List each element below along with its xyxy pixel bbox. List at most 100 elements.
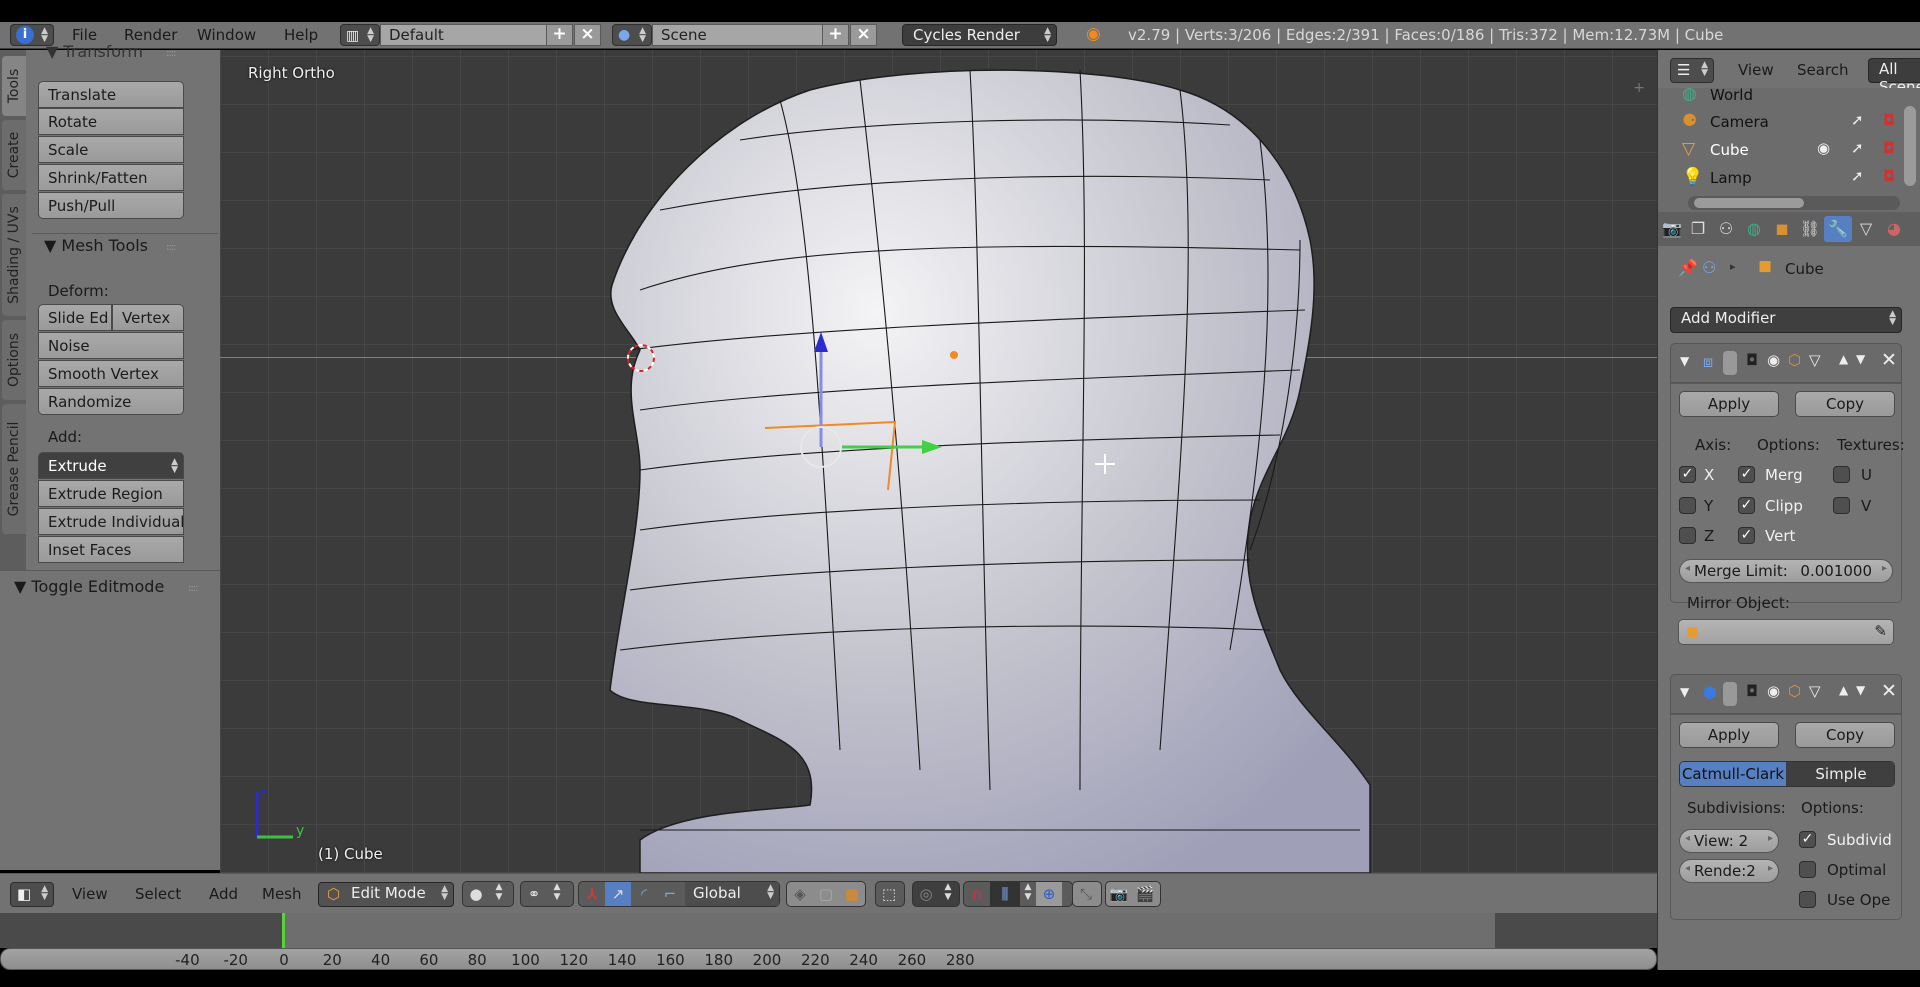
use-opensubdiv-checkbox[interactable] (1799, 891, 1816, 908)
outliner-row-cube[interactable]: ▽ Cube ◉ ➚ ◘ (1658, 137, 1920, 164)
clipping-checkbox[interactable]: ✓ (1738, 497, 1755, 514)
outliner-row-camera[interactable]: ⚈ Camera ➚ ◘ (1658, 109, 1920, 136)
increment-arrow-icon[interactable]: ▸ (1768, 863, 1773, 874)
object-tab-icon[interactable]: ◼ (1768, 216, 1796, 242)
smooth-vertex-button[interactable]: Smooth Vertex (38, 360, 184, 387)
noise-button[interactable]: Noise (38, 332, 184, 359)
shrink-fatten-button[interactable]: Shrink/Fatten (38, 164, 184, 191)
subsurf-modifier-header[interactable]: ▼ ⬢ ◘ ◉ ⬡ ▽ ▲ ▼ ✕ (1670, 674, 1902, 714)
tab-create[interactable]: Create (2, 120, 26, 190)
render-animation-icon[interactable]: 🎬 (1132, 882, 1158, 906)
decrement-arrow-icon[interactable]: ◂ (1685, 863, 1690, 874)
optimal-display-checkbox[interactable] (1799, 861, 1816, 878)
region-toggle-icon[interactable]: + (1633, 80, 1645, 96)
render-visibility-icon[interactable]: ◘ (1746, 351, 1758, 369)
subsurf-copy-button[interactable]: Copy (1795, 722, 1895, 748)
auto-merge-toggle[interactable]: ⤡ (1072, 881, 1102, 907)
catmull-clark-option[interactable]: Catmull-Clark (1680, 762, 1786, 786)
rotate-button[interactable]: Rotate (38, 108, 184, 135)
axis-x-checkbox[interactable]: ✓ (1679, 466, 1696, 483)
outliner-row-lamp[interactable]: 💡 Lamp ➚ ◘ (1658, 165, 1920, 192)
editor-type-button[interactable]: ☰ ▲ ▼ (1670, 58, 1714, 83)
render-visibility-icon[interactable]: ◘ (1746, 682, 1758, 700)
snap-magnet-icon[interactable]: ∩ (964, 882, 990, 906)
drag-grip-icon[interactable]: :::: (166, 242, 177, 253)
render-toggle-icon[interactable]: ◘ (1883, 167, 1895, 185)
render-levels-field[interactable]: ◂ Rende:2 ▸ (1679, 859, 1779, 883)
render-toggle-icon[interactable]: ◘ (1883, 139, 1895, 157)
drag-grip-icon[interactable]: :::: (188, 583, 199, 594)
mirror-object-field[interactable]: ◼ ✎ (1678, 619, 1894, 645)
face-select-icon[interactable]: ■ (839, 882, 865, 906)
extrude-individual-button[interactable]: Extrude Individual (38, 508, 184, 535)
snap-element-icon[interactable]: ⫼ (990, 882, 1020, 906)
scene-tab-icon[interactable]: ⚇ (1712, 216, 1740, 242)
subdivide-uvs-checkbox[interactable]: ✓ (1799, 831, 1816, 848)
tab-grease-pencil[interactable]: Grease Pencil (2, 404, 26, 534)
collapse-icon[interactable]: ▼ (1680, 354, 1689, 368)
scale-manipulator-icon[interactable]: ⌐ (657, 882, 683, 906)
outliner-menu-view[interactable]: View (1738, 61, 1774, 79)
view-levels-field[interactable]: ◂ View: 2 ▸ (1679, 829, 1779, 853)
editor-type-button[interactable]: ◧ ▲ ▼ (10, 882, 54, 907)
drag-grip-icon[interactable]: :::: (166, 48, 177, 59)
tab-tools[interactable]: Tools (2, 56, 26, 116)
editmode-visibility-icon[interactable]: ⬡ (1788, 682, 1801, 700)
move-down-icon[interactable]: ▼ (1856, 683, 1865, 697)
mesh-tools-panel-header[interactable]: ▼ Mesh Tools (44, 236, 148, 255)
orientation-select[interactable]: Global ▲ ▼ (685, 882, 779, 906)
remove-modifier-icon[interactable]: ✕ (1881, 680, 1897, 702)
menu-add[interactable]: Add (209, 885, 238, 903)
data-tab-icon[interactable]: ▽ (1852, 216, 1880, 242)
pin-icon[interactable]: 📌 (1678, 258, 1698, 277)
manipulator-toggle-icon[interactable]: ⅄ (579, 882, 605, 906)
menu-mesh[interactable]: Mesh (262, 885, 302, 903)
menu-window[interactable]: Window (197, 26, 256, 44)
slide-vertex-button[interactable]: Vertex (112, 304, 184, 331)
extrude-select[interactable]: Extrude ▲ ▼ (38, 452, 184, 479)
tab-shading-uvs[interactable]: Shading / UVs (2, 194, 26, 316)
pivot-point-select[interactable]: ⚭ ▲ ▼ (520, 881, 574, 907)
vertex-select-icon[interactable]: ◈ (787, 882, 813, 906)
add-modifier-select[interactable]: Add Modifier ▲ ▼ (1670, 307, 1902, 333)
editmode-visibility-icon[interactable]: ⬡ (1788, 351, 1801, 369)
delete-scene-button[interactable]: × (850, 24, 877, 46)
render-toggle-icon[interactable]: ◘ (1883, 111, 1895, 129)
move-up-icon[interactable]: ▲ (1839, 683, 1848, 697)
translate-button[interactable]: Translate (38, 81, 184, 108)
axis-y-checkbox[interactable] (1679, 497, 1696, 514)
current-frame-cursor[interactable] (282, 913, 285, 948)
tab-options[interactable]: Options (2, 320, 26, 400)
render-tab-icon[interactable]: 📷 (1658, 216, 1686, 242)
outliner-menu-search[interactable]: Search (1797, 61, 1849, 79)
world-tab-icon[interactable]: ◍ (1740, 216, 1768, 242)
delete-layout-button[interactable]: × (574, 24, 601, 46)
constraints-tab-icon[interactable]: ⛓ (1796, 216, 1824, 242)
add-scene-button[interactable]: + (822, 24, 849, 46)
randomize-button[interactable]: Randomize (38, 388, 184, 415)
menu-select[interactable]: Select (135, 885, 181, 903)
layout-browse-button[interactable]: ▥ ▲ ▼ (340, 24, 380, 46)
modifier-name-field[interactable] (1723, 682, 1737, 706)
scene-browse-button[interactable]: ● ▲ ▼ (612, 24, 652, 46)
eyedropper-icon[interactable]: ✎ (1874, 622, 1887, 640)
outliner-display-select[interactable]: All Scenes (1868, 58, 1920, 96)
mesh-head[interactable]: z y (220, 50, 1657, 873)
select-toggle-icon[interactable]: ➚ (1851, 139, 1864, 157)
select-toggle-icon[interactable]: ➚ (1851, 111, 1864, 129)
mirror-copy-button[interactable]: Copy (1795, 391, 1895, 417)
render-engine-select[interactable]: Cycles Render ▲ ▼ (902, 24, 1057, 46)
move-up-icon[interactable]: ▲ (1839, 352, 1848, 366)
decrement-arrow-icon[interactable]: ◂ (1685, 563, 1690, 574)
extrude-region-button[interactable]: Extrude Region (38, 480, 184, 507)
merge-checkbox[interactable]: ✓ (1738, 466, 1755, 483)
simple-option[interactable]: Simple (1786, 762, 1894, 786)
increment-arrow-icon[interactable]: ▸ (1882, 563, 1887, 574)
visibility-eye-icon[interactable]: ◉ (1817, 139, 1830, 157)
modifier-name-field[interactable] (1723, 351, 1737, 375)
decrement-arrow-icon[interactable]: ◂ (1685, 833, 1690, 844)
collapse-icon[interactable]: ▼ (1680, 685, 1689, 699)
render-layers-tab-icon[interactable]: ❐ (1684, 216, 1712, 242)
scale-button[interactable]: Scale (38, 136, 184, 163)
select-toggle-icon[interactable]: ➚ (1851, 167, 1864, 185)
